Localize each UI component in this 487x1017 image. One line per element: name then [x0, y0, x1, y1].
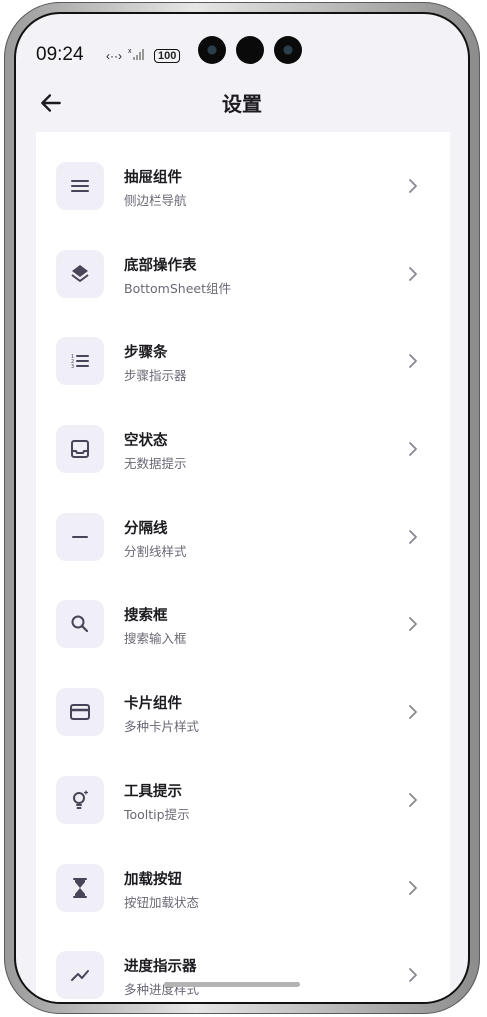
menu-icon — [56, 162, 104, 210]
hourglass-icon — [56, 863, 104, 912]
settings-list: 抽屉组件 侧边栏导航 底部操作表 BottomSheet组件 123 步骤条 步… — [36, 162, 450, 1002]
list-item-empty-state[interactable]: 空状态 无数据提示 — [36, 425, 450, 513]
list-item-tooltip[interactable]: 工具提示 Tooltip提示 — [36, 775, 450, 864]
camera-lens-icon — [198, 36, 226, 64]
layers-icon — [56, 249, 104, 298]
chevron-right-icon — [409, 792, 417, 807]
item-subtitle: Tooltip提示 — [124, 806, 190, 822]
list-item-divider[interactable]: 分隔线 分割线样式 — [36, 512, 450, 601]
trending-icon — [56, 951, 104, 1000]
inbox-icon — [56, 425, 104, 474]
camera-lens-icon — [274, 36, 302, 64]
app-bar: 设置 — [16, 74, 468, 132]
battery-indicator: 100 — [153, 48, 181, 63]
status-icons: ‹··› x 100 — [106, 47, 181, 64]
item-title: 进度指示器 — [124, 959, 197, 976]
chevron-right-icon — [409, 705, 417, 720]
lightbulb-icon — [56, 775, 104, 824]
list-item-card[interactable]: 卡片组件 多种卡片样式 — [36, 688, 450, 776]
item-title: 卡片组件 — [124, 696, 182, 713]
chevron-right-icon — [409, 442, 417, 456]
list-item-progress[interactable]: 进度指示器 多种进度样式 — [36, 951, 450, 1002]
data-transfer-icon: ‹··› — [106, 48, 122, 63]
item-subtitle: BottomSheet组件 — [124, 280, 231, 296]
list-item-drawer[interactable]: 抽屉组件 侧边栏导航 — [36, 162, 450, 250]
list-item-loading-button[interactable]: 加载按钮 按钮加载状态 — [36, 863, 450, 952]
item-subtitle: 多种卡片样式 — [124, 719, 200, 735]
item-title: 工具提示 — [124, 783, 182, 800]
camera-cutout — [198, 36, 302, 64]
item-title: 步骤条 — [124, 345, 168, 362]
list-item-stepper[interactable]: 123 步骤条 步骤指示器 — [36, 337, 450, 425]
status-time: 09:24 — [36, 44, 84, 65]
horizontal-rule-icon — [56, 512, 104, 561]
item-title: 分隔线 — [124, 520, 168, 537]
chevron-right-icon — [409, 880, 417, 895]
item-title: 抽屉组件 — [124, 170, 182, 186]
list-item-search[interactable]: 搜索框 搜索输入框 — [36, 600, 450, 688]
home-indicator[interactable] — [164, 982, 300, 987]
item-subtitle: 无数据提示 — [124, 456, 187, 472]
chevron-right-icon — [409, 354, 417, 369]
signal-icon: x — [128, 47, 148, 64]
item-title: 空状态 — [124, 433, 168, 450]
screen: 09:24 ‹··› x 100 设置 抽屉组件 侧边栏导航 底部操作表 Bot… — [14, 12, 470, 1004]
phone-frame: 09:24 ‹··› x 100 设置 抽屉组件 侧边栏导航 底部操作表 Bot… — [4, 2, 480, 1014]
page-title: 设置 — [222, 92, 262, 116]
settings-panel: 抽屉组件 侧边栏导航 底部操作表 BottomSheet组件 123 步骤条 步… — [36, 132, 450, 1002]
item-subtitle: 侧边栏导航 — [124, 193, 187, 208]
chevron-right-icon — [409, 529, 417, 544]
item-subtitle: 按钮加载状态 — [124, 894, 200, 910]
chevron-right-icon — [409, 617, 417, 632]
search-icon — [56, 600, 104, 649]
credit-card-icon — [56, 688, 104, 737]
camera-sensor-icon — [236, 36, 264, 64]
chevron-right-icon — [409, 266, 417, 281]
item-subtitle: 搜索输入框 — [124, 631, 187, 647]
item-subtitle: 分割线样式 — [124, 543, 187, 559]
item-subtitle: 步骤指示器 — [124, 368, 187, 384]
numbered-list-icon: 123 — [56, 337, 104, 386]
item-title: 搜索框 — [124, 608, 168, 625]
chevron-right-icon — [409, 968, 417, 983]
svg-text:3: 3 — [71, 364, 74, 370]
svg-text:x: x — [128, 48, 132, 55]
item-title: 底部操作表 — [124, 257, 197, 274]
status-bar: 09:24 ‹··› x 100 — [16, 14, 468, 74]
item-title: 加载按钮 — [124, 871, 182, 888]
list-item-bottom-sheet[interactable]: 底部操作表 BottomSheet组件 — [36, 249, 450, 338]
chevron-right-icon — [409, 179, 417, 193]
